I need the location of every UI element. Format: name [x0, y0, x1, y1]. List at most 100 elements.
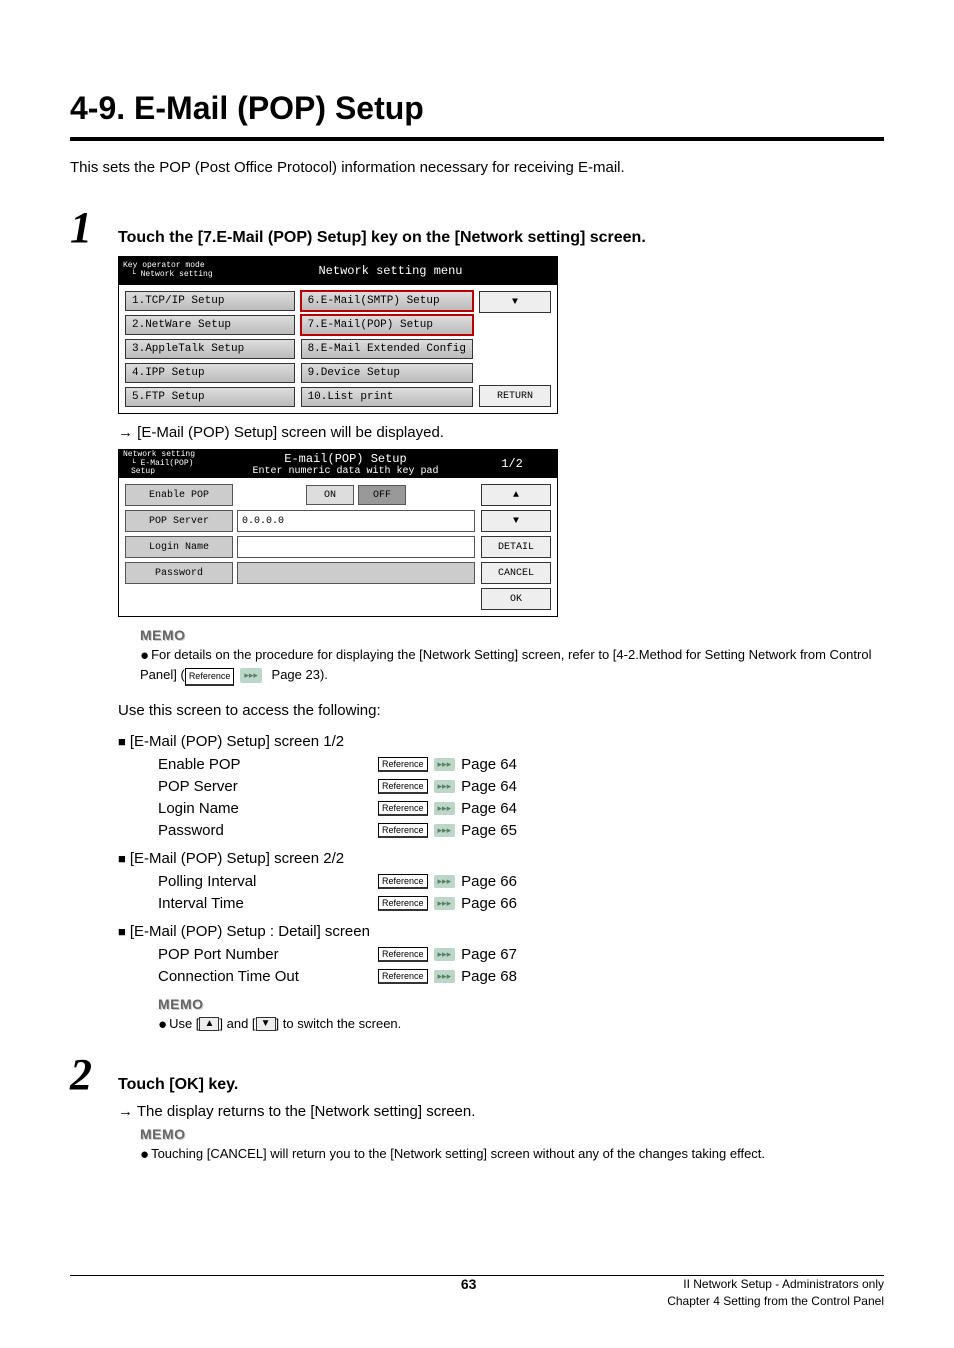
intro-text: This sets the POP (Post Office Protocol)… — [70, 159, 884, 176]
pointer-icon: ▸▸▸ — [434, 948, 456, 961]
reference-page: Page 67 — [461, 946, 517, 963]
breadcrumb-line2: └ Network setting — [123, 271, 220, 280]
reference-row: Enable POPReference▸▸▸Page 64 — [158, 754, 884, 776]
menu-item-smtp[interactable]: 6.E-Mail(SMTP) Setup — [301, 291, 473, 311]
network-setting-panel: Key operator mode └ Network setting Netw… — [118, 256, 558, 414]
menu-item-ftp[interactable]: 5.FTP Setup — [125, 387, 295, 407]
reference-row: Login NameReference▸▸▸Page 64 — [158, 798, 884, 820]
reference-page: Page 66 — [461, 895, 517, 912]
scroll-up-button[interactable] — [481, 484, 551, 506]
menu-right-col: 6.E-Mail(SMTP) Setup 7.E-Mail(POP) Setup… — [301, 291, 473, 407]
reference-row-label: Connection Time Out — [158, 968, 378, 985]
reference-page: Page 64 — [461, 778, 517, 795]
step1-result: → [E-Mail (POP) Setup] screen will be di… — [118, 424, 884, 441]
pointer-icon: ▸▸▸ — [434, 970, 456, 983]
reference-badge: Reference — [378, 823, 428, 838]
menu-item-appletalk[interactable]: 3.AppleTalk Setup — [125, 339, 295, 359]
enable-pop-off[interactable]: OFF — [358, 485, 406, 505]
pop-server-field[interactable]: 0.0.0.0 — [237, 510, 475, 532]
reference-row-label: POP Port Number — [158, 946, 378, 963]
memo-1-title: MEMO — [140, 627, 884, 643]
reference-section: ■ [E-Mail (POP) Setup : Detail] screen PO… — [118, 923, 884, 988]
reference-badge: Reference — [185, 668, 235, 686]
arrow-down-icon — [512, 297, 518, 308]
memo-2: MEMO ●Use [] and [] to switch the screen… — [158, 996, 884, 1035]
reference-head: ■ [E-Mail (POP) Setup : Detail] screen — [118, 923, 884, 940]
reference-row-label: Login Name — [158, 800, 378, 817]
use-text: Use this screen to access the following: — [118, 702, 884, 719]
reference-section: ■ [E-Mail (POP) Setup] screen 1/2 Enable … — [118, 733, 884, 842]
memo-1-body: ●For details on the procedure for displa… — [140, 645, 884, 686]
reference-page: Page 68 — [461, 968, 517, 985]
title-rule — [70, 137, 884, 141]
pop-subtitle: Enter numeric data with key pad — [224, 466, 467, 477]
menu-item-tcpip[interactable]: 1.TCP/IP Setup — [125, 291, 295, 311]
memo-3-body: ●Touching [CANCEL] will return you to th… — [140, 1144, 884, 1165]
reference-row-label: Interval Time — [158, 895, 378, 912]
ok-button[interactable]: OK — [481, 588, 551, 610]
memo-3-title: MEMO — [140, 1126, 884, 1142]
footer-right: II Network Setup - Administrators only C… — [667, 1276, 884, 1310]
reference-badge: Reference — [378, 969, 428, 984]
reference-badge: Reference — [378, 757, 428, 772]
pointer-icon: ▸▸▸ — [240, 668, 262, 683]
pop-title: E-mail(POP) Setup — [224, 452, 467, 466]
step-2: 2 Touch [OK] key. — [70, 1053, 884, 1097]
footer-line2: Chapter 4 Setting from the Control Panel — [667, 1293, 884, 1310]
footer-line1: II Network Setup - Administrators only — [667, 1276, 884, 1293]
menu-item-device[interactable]: 9.Device Setup — [301, 363, 473, 383]
menu-item-list-print[interactable]: 10.List print — [301, 387, 473, 407]
step-1-text: Touch the [7.E-Mail (POP) Setup] key on … — [118, 229, 646, 247]
reference-row: Connection Time OutReference ▸▸▸ Page 68 — [158, 966, 884, 988]
reference-row-label: Password — [158, 822, 378, 839]
arrow-up-icon — [513, 490, 519, 501]
step-2-text: Touch [OK] key. — [118, 1076, 238, 1094]
menu-item-netware[interactable]: 2.NetWare Setup — [125, 315, 295, 335]
pop-bc-line2: └ E-Mail(POP) Setup — [123, 460, 220, 478]
panel-title: Network setting menu — [224, 264, 557, 278]
cancel-button[interactable]: CANCEL — [481, 562, 551, 584]
reference-row: POP Port NumberReference ▸▸▸ Page 67 — [158, 944, 884, 966]
reference-page: Page 65 — [461, 822, 517, 839]
memo-1: MEMO ●For details on the procedure for d… — [140, 627, 884, 686]
menu-item-ipp[interactable]: 4.IPP Setup — [125, 363, 295, 383]
login-name-field[interactable] — [237, 536, 475, 558]
page-footer: 63 II Network Setup - Administrators onl… — [70, 1276, 884, 1310]
reference-head: ■ [E-Mail (POP) Setup] screen 1/2 — [118, 733, 884, 750]
menu-item-email-ext[interactable]: 8.E-Mail Extended Config — [301, 339, 473, 359]
menu-item-pop[interactable]: 7.E-Mail(POP) Setup — [301, 315, 473, 335]
pointer-icon: ▸▸▸ — [434, 824, 456, 837]
reference-page: Page 64 — [461, 800, 517, 817]
reference-badge: Reference — [378, 874, 428, 889]
enable-pop-label: Enable POP — [125, 484, 233, 506]
memo-2-title: MEMO — [158, 996, 884, 1012]
pointer-icon: ▸▸▸ — [434, 802, 456, 815]
reference-badge: Reference — [378, 896, 428, 911]
step-1-number: 1 — [70, 206, 118, 250]
pop-title-block: E-mail(POP) Setup Enter numeric data wit… — [224, 452, 467, 477]
reference-page: Page 66 — [461, 873, 517, 890]
return-button[interactable]: RETURN — [479, 385, 551, 407]
reference-badge: Reference — [378, 779, 428, 794]
panel-breadcrumb: Key operator mode └ Network setting — [119, 260, 224, 282]
scroll-down-button-2[interactable] — [481, 510, 551, 532]
reference-head: ■ [E-Mail (POP) Setup] screen 2/2 — [118, 850, 884, 867]
reference-row: PasswordReference ▸▸▸ Page 65 — [158, 820, 884, 842]
pointer-icon: ▸▸▸ — [434, 780, 456, 793]
step-2-number: 2 — [70, 1053, 118, 1097]
login-name-label: Login Name — [125, 536, 233, 558]
pointer-icon: ▸▸▸ — [434, 875, 456, 888]
pop-breadcrumb: Network setting └ E-Mail(POP) Setup — [119, 449, 224, 479]
step-1: 1 Touch the [7.E-Mail (POP) Setup] key o… — [70, 206, 884, 250]
reference-section: ■ [E-Mail (POP) Setup] screen 2/2Polling… — [118, 850, 884, 915]
detail-button[interactable]: DETAIL — [481, 536, 551, 558]
password-field[interactable] — [237, 562, 475, 584]
page-number: 63 — [270, 1276, 667, 1292]
reference-row-label: Enable POP — [158, 756, 378, 773]
enable-pop-on[interactable]: ON — [306, 485, 354, 505]
page-title: 4-9. E-Mail (POP) Setup — [70, 90, 884, 127]
scroll-down-button[interactable] — [479, 291, 551, 313]
reference-row: Polling IntervalReference▸▸▸Page 66 — [158, 871, 884, 893]
reference-row: POP ServerReference▸▸▸Page 64 — [158, 776, 884, 798]
reference-badge: Reference — [378, 947, 428, 962]
